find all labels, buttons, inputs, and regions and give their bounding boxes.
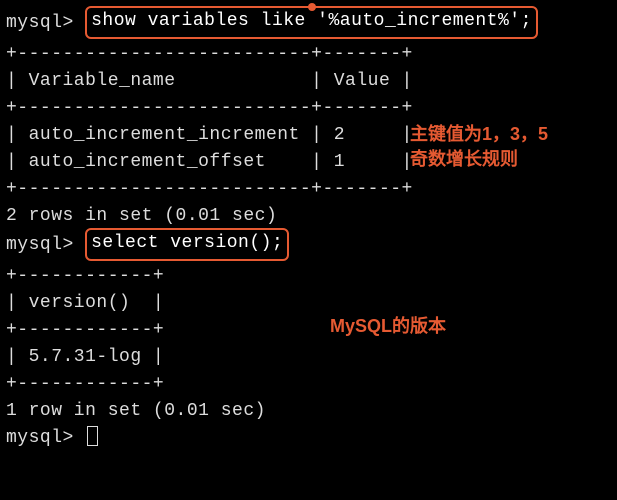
query-text-1: show variables like '%auto_increment%'; xyxy=(91,11,532,31)
annotation-mysql-version: MySQL的版本 xyxy=(330,314,446,339)
annotation-line-2: 奇数增长规则 xyxy=(410,147,548,172)
table2-header: | version() | xyxy=(6,290,611,317)
highlight-box-query-2: select version(); xyxy=(85,228,289,261)
table1-border-mid: +--------------------------+-------+ xyxy=(6,95,611,122)
highlight-box-query-1: show variables like '%auto_increment%'; xyxy=(85,6,538,39)
mysql-prompt: mysql> xyxy=(6,235,85,255)
table2-row-1: | 5.7.31-log | xyxy=(6,344,611,371)
cursor-icon xyxy=(87,426,98,446)
table2-border-top: +------------+ xyxy=(6,263,611,290)
mysql-prompt: mysql> xyxy=(6,428,85,448)
table1-border-bottom: +--------------------------+-------+ xyxy=(6,176,611,203)
query-text-2: select version(); xyxy=(91,233,283,253)
table1-summary: 2 rows in set (0.01 sec) xyxy=(6,203,611,230)
table1-header: | Variable_name | Value | xyxy=(6,68,611,95)
annotation-line-1: 主键值为1，3，5 xyxy=(410,122,548,147)
annotation-primary-key: 主键值为1，3，5 奇数增长规则 xyxy=(410,122,548,172)
cmd-line-3[interactable]: mysql> xyxy=(6,425,611,452)
cmd-line-2: mysql> select version(); xyxy=(6,230,611,263)
table2-border-mid: +------------+ xyxy=(6,317,611,344)
cmd-line-1: mysql> show variables like '%auto_increm… xyxy=(6,8,611,41)
table2-border-bottom: +------------+ xyxy=(6,371,611,398)
mysql-prompt: mysql> xyxy=(6,13,85,33)
table2-summary: 1 row in set (0.01 sec) xyxy=(6,398,611,425)
table1-border-top: +--------------------------+-------+ xyxy=(6,41,611,68)
